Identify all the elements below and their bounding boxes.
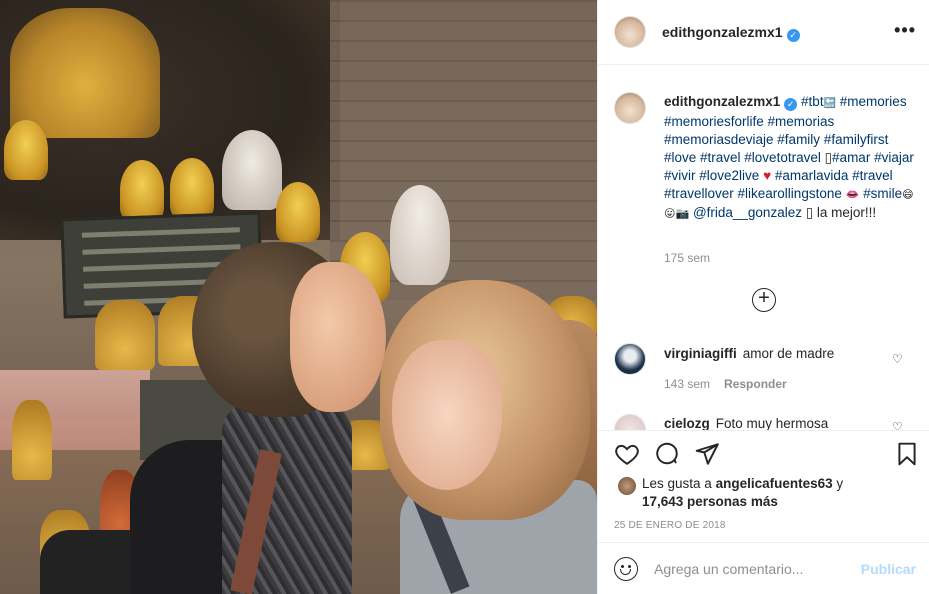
photo-naga-statue [170,158,214,218]
share-paper-plane-icon[interactable] [694,441,720,467]
photo-girl-face [392,340,502,490]
post-actions: Les gusta a angelicafuentes63 y 17,643 p… [598,430,929,542]
post-date[interactable]: 25 DE ENERO DE 2018 [614,520,726,531]
likes-connector: y [836,476,844,491]
add-comment-bar: Publicar [598,542,929,594]
photo-gold-shrine [10,8,160,138]
caption-avatar[interactable] [614,92,646,124]
post-sidebar: edithgonzalezmx1 ✓ ••• edithgonzalezmx1 ✓ … [597,0,929,594]
verified-badge-icon: ✓ [786,29,800,42]
photo-gold-ornament [12,400,52,480]
more-options-icon[interactable]: ••• [894,20,916,41]
liker-avatar[interactable] [618,477,636,495]
comment-text: Foto muy hermosa [715,416,829,430]
emoji-smiley-icon[interactable] [614,557,638,581]
caption-mention[interactable]: @frida__gonzalez [693,205,802,220]
post-caption: edithgonzalezmx1 ✓ #tbt🔙 #memories #memor… [664,93,914,223]
comment-input[interactable] [654,559,854,579]
photo-naga-statue [276,182,320,242]
likes-summary: Les gusta a angelicafuentes63 y 17,643 p… [642,475,912,511]
save-bookmark-icon[interactable] [894,441,920,467]
lips-emoji: 👄 [845,189,860,201]
hashtag-tbt[interactable]: #tbt [801,94,824,109]
caption-end-text: ▯ la mejor!!! [805,205,877,220]
comments-list[interactable]: edithgonzalezmx1 ✓ #tbt🔙 #memories #memor… [598,66,929,430]
hashtag-smile[interactable]: #smile [863,186,902,201]
photo-gold-ornament [95,300,155,370]
publish-button[interactable]: Publicar [861,561,916,577]
caption-age[interactable]: 175 sem [664,251,710,265]
likes-prefix: Les gusta a [642,476,712,491]
comment-bubble-icon[interactable] [654,441,680,467]
commenter-avatar[interactable] [614,343,646,375]
comment-username[interactable]: cielozg [664,416,710,430]
verified-badge-icon: ✓ [784,98,798,111]
comment-item: virginiagiffi amor de madre [664,346,834,361]
like-comment-heart-icon[interactable]: ♡ [892,352,903,366]
missing-glyph: ▯ [824,150,833,165]
comment-meta: 143 sem Responder [664,377,787,391]
post-header: edithgonzalezmx1 ✓ ••• [598,0,929,65]
reply-button[interactable]: Responder [724,377,787,391]
comment-text: amor de madre [742,346,835,361]
liker-username[interactable]: angelicafuentes63 [716,476,833,491]
back-emoji: 🔙 [823,98,837,109]
photo-white-naga [390,185,450,285]
comment-username[interactable]: virginiagiffi [664,346,737,361]
photo-woman-face [290,262,386,412]
author-username-text[interactable]: edithgonzalezmx1 [662,24,783,40]
comment-age[interactable]: 143 sem [664,377,710,391]
photo-naga-statue [222,130,282,210]
author-avatar[interactable] [614,16,646,48]
photo-naga-statue [120,160,164,220]
caption-username[interactable]: edithgonzalezmx1 [664,94,780,109]
load-more-comments-icon[interactable]: + [752,288,776,312]
likes-count[interactable]: 17,643 personas más [642,494,778,509]
comment-item: cielozg Foto muy hermosa [664,416,828,430]
photo-naga-statue [4,120,48,180]
like-heart-icon[interactable] [614,441,640,467]
post-photo[interactable] [0,0,597,594]
like-comment-heart-icon[interactable]: ♡ [892,420,903,430]
red-heart-emoji: ♥ [763,168,772,183]
commenter-avatar[interactable] [614,414,646,430]
author-username[interactable]: edithgonzalezmx1 ✓ [662,24,800,42]
